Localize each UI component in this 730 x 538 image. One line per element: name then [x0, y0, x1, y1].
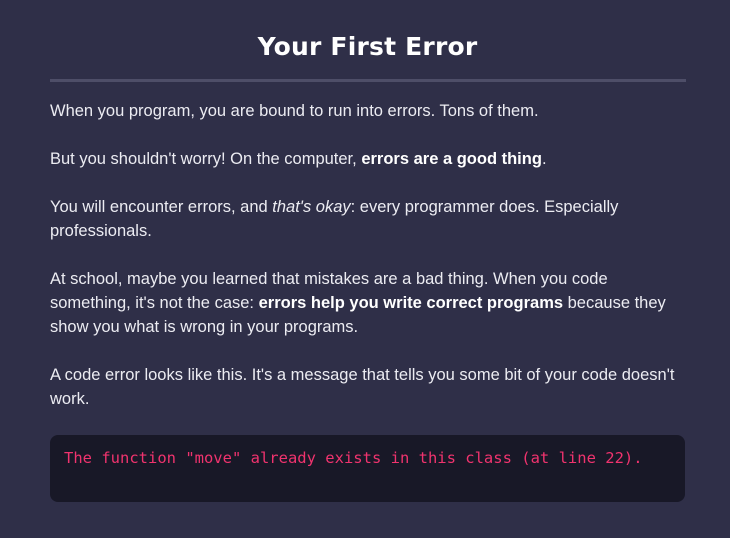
paragraph-school: At school, maybe you learned that mistak…: [50, 267, 675, 339]
paragraph-thats-okay-text: You will encounter errors, and: [50, 198, 273, 216]
emphasis-thats-okay: that's okay: [272, 198, 351, 216]
error-message-text: The function "move" already exists in th…: [64, 449, 643, 467]
paragraph-intro: When you program, you are bound to run i…: [50, 99, 675, 123]
paragraph-dont-worry: But you shouldn't worry! On the computer…: [50, 147, 675, 171]
lesson-page: Your First Error When you program, you a…: [0, 0, 730, 538]
paragraph-thats-okay: You will encounter errors, and that's ok…: [50, 195, 675, 243]
lesson-title: Your First Error: [257, 32, 478, 61]
emphasis-errors-help: errors help you write correct programs: [258, 294, 564, 312]
paragraph-error-looks: A code error looks like this. It's a mes…: [50, 363, 675, 411]
paragraph-dont-worry-text: But you shouldn't worry! On the computer…: [50, 150, 362, 168]
paragraph-dont-worry-end: .: [541, 150, 547, 168]
lesson-content: When you program, you are bound to run i…: [50, 99, 685, 502]
title-divider: [50, 79, 686, 82]
emphasis-errors-good: errors are a good thing: [361, 150, 542, 168]
error-message-box: The function "move" already exists in th…: [50, 435, 685, 502]
paragraph-error-looks-text: A code error looks like this. It's a mes…: [50, 366, 675, 408]
paragraph-intro-text: When you program, you are bound to run i…: [50, 102, 539, 120]
